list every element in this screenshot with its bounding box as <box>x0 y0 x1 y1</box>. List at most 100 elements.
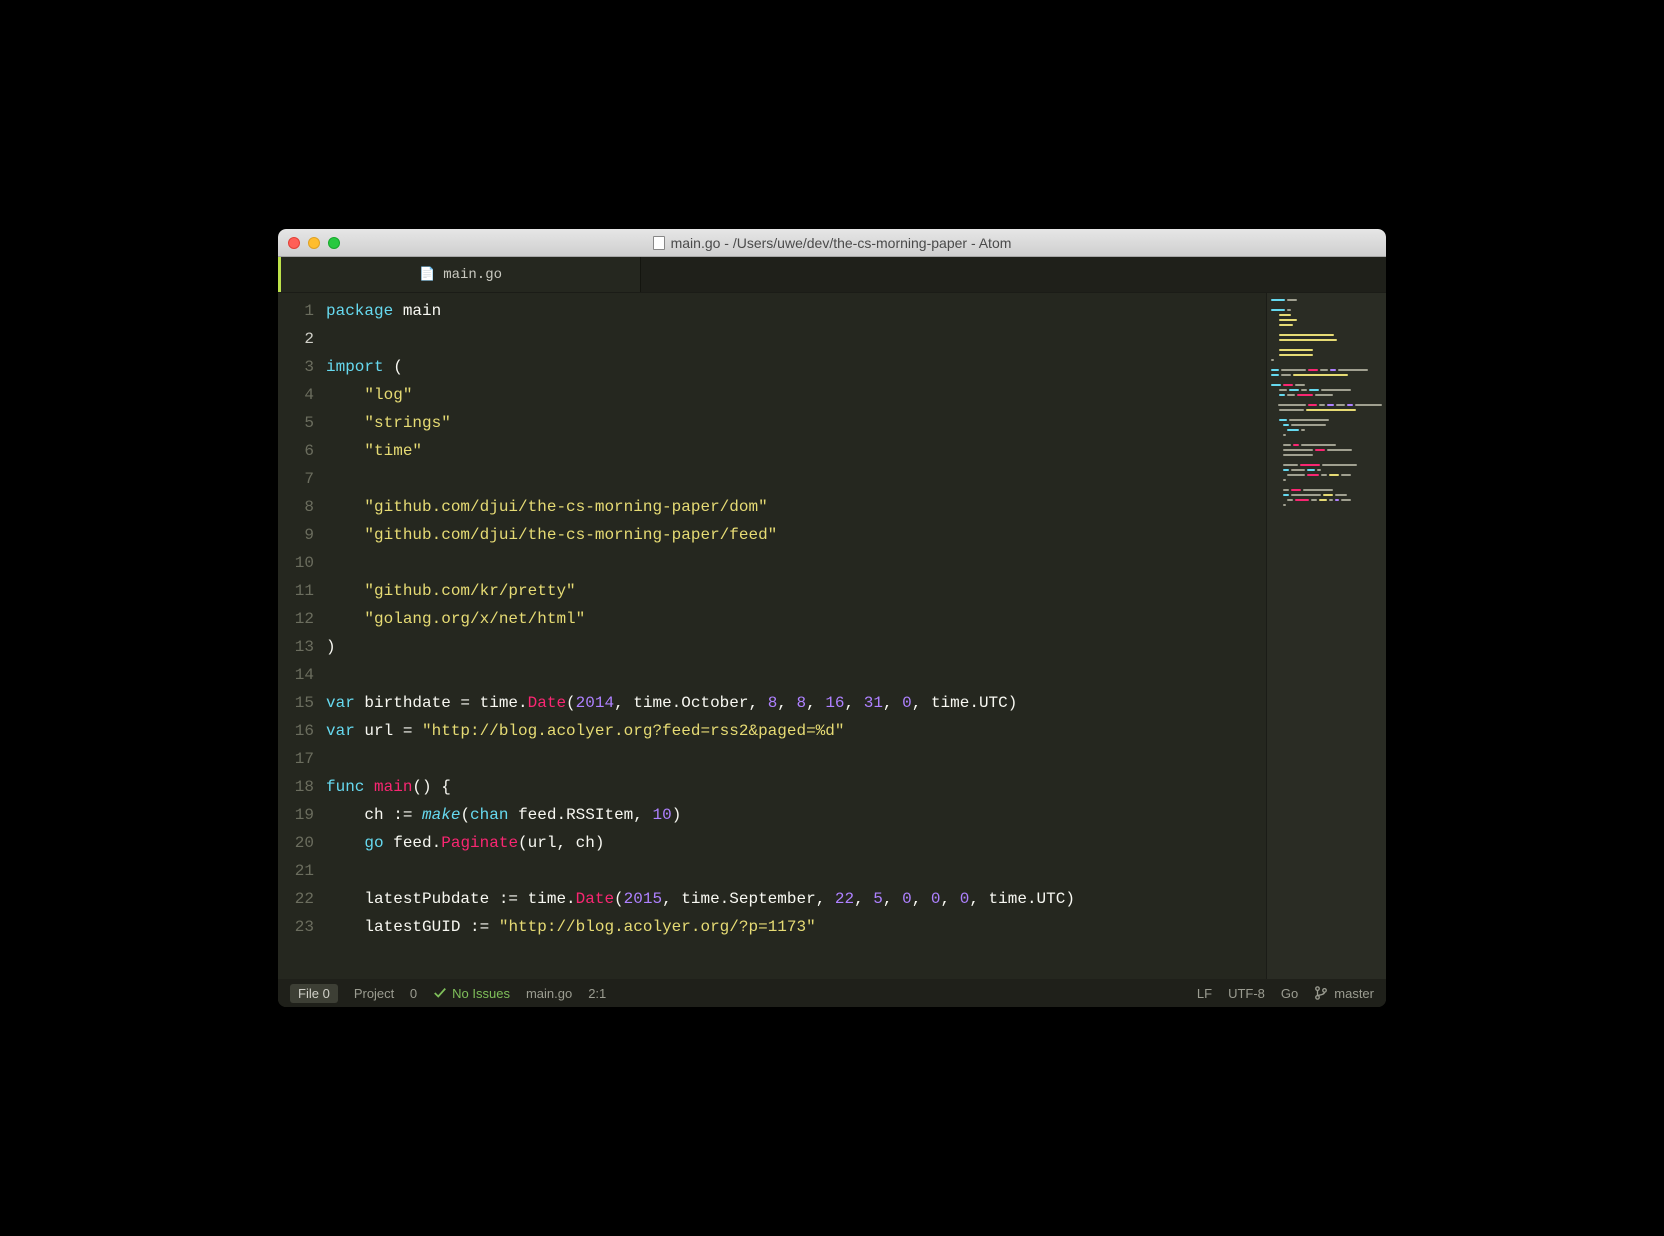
line-number[interactable]: 20 <box>278 829 314 857</box>
line-number[interactable]: 2 <box>278 325 314 353</box>
window-title: main.go - /Users/uwe/dev/the-cs-morning-… <box>278 235 1386 251</box>
line-number[interactable]: 1 <box>278 297 314 325</box>
maximize-icon[interactable] <box>328 237 340 249</box>
file-count: 0 <box>323 986 330 1001</box>
line-number[interactable]: 4 <box>278 381 314 409</box>
linter-project[interactable]: Project 0 <box>354 986 417 1001</box>
line-number[interactable]: 19 <box>278 801 314 829</box>
editor-body: 1234567891011121314151617181920212223 pa… <box>278 293 1386 979</box>
minimap-line <box>1271 484 1382 486</box>
minimap-line <box>1271 329 1382 331</box>
encoding-selector[interactable]: UTF-8 <box>1228 986 1265 1001</box>
minimap-line <box>1271 369 1382 371</box>
line-number[interactable]: 6 <box>278 437 314 465</box>
minimap-line <box>1271 354 1382 356</box>
line-number[interactable]: 22 <box>278 885 314 913</box>
minimap-line <box>1271 399 1382 401</box>
traffic-lights <box>278 237 340 249</box>
code-line[interactable]: var url = "http://blog.acolyer.org?feed=… <box>326 717 1266 745</box>
code-line[interactable]: go feed.Paginate(url, ch) <box>326 829 1266 857</box>
line-number[interactable]: 16 <box>278 717 314 745</box>
tab-label: main.go <box>443 267 502 283</box>
tab-main-go[interactable]: 📄 main.go <box>281 257 641 292</box>
minimap-line <box>1271 379 1382 381</box>
window-title-text: main.go - /Users/uwe/dev/the-cs-morning-… <box>671 235 1012 251</box>
code-line[interactable]: func main() { <box>326 773 1266 801</box>
code-line[interactable]: latestGUID := "http://blog.acolyer.org/?… <box>326 913 1266 941</box>
minimap-line <box>1271 364 1382 366</box>
line-number[interactable]: 3 <box>278 353 314 381</box>
line-number[interactable]: 10 <box>278 549 314 577</box>
code-line[interactable]: "golang.org/x/net/html" <box>326 605 1266 633</box>
line-number[interactable]: 14 <box>278 661 314 689</box>
tab-bar-empty[interactable] <box>641 257 1386 292</box>
document-icon <box>653 236 665 250</box>
line-number[interactable]: 23 <box>278 913 314 941</box>
git-branch-icon <box>1314 986 1328 1000</box>
code-line[interactable] <box>326 325 1266 353</box>
code-line[interactable] <box>326 745 1266 773</box>
line-number[interactable]: 15 <box>278 689 314 717</box>
minimap-line <box>1271 499 1382 501</box>
code-line[interactable] <box>326 857 1266 885</box>
code-line[interactable]: var birthdate = time.Date(2014, time.Oct… <box>326 689 1266 717</box>
code-line[interactable]: "github.com/kr/pretty" <box>326 577 1266 605</box>
line-number[interactable]: 17 <box>278 745 314 773</box>
file-label: File <box>298 986 319 1001</box>
line-number[interactable]: 8 <box>278 493 314 521</box>
titlebar[interactable]: main.go - /Users/uwe/dev/the-cs-morning-… <box>278 229 1386 257</box>
cursor-position[interactable]: 2:1 <box>588 986 606 1001</box>
line-number[interactable]: 5 <box>278 409 314 437</box>
minimize-icon[interactable] <box>308 237 320 249</box>
minimap-line <box>1271 474 1382 476</box>
code-line[interactable]: "github.com/djui/the-cs-morning-paper/fe… <box>326 521 1266 549</box>
file-code-icon: 📄 <box>419 267 435 282</box>
minimap-line <box>1271 389 1382 391</box>
code-line[interactable]: ) <box>326 633 1266 661</box>
line-number[interactable]: 11 <box>278 577 314 605</box>
path-text: main.go <box>526 986 572 1001</box>
minimap[interactable] <box>1266 293 1386 979</box>
linter-file[interactable]: File 0 <box>290 984 338 1003</box>
minimap-line <box>1271 334 1382 336</box>
code-line[interactable]: "log" <box>326 381 1266 409</box>
line-number[interactable]: 7 <box>278 465 314 493</box>
check-icon <box>433 986 447 1000</box>
code-line[interactable] <box>326 549 1266 577</box>
minimap-line <box>1271 459 1382 461</box>
minimap-line <box>1271 319 1382 321</box>
minimap-line <box>1271 344 1382 346</box>
minimap-line <box>1271 404 1382 406</box>
minimap-line <box>1271 449 1382 451</box>
line-gutter[interactable]: 1234567891011121314151617181920212223 <box>278 297 322 979</box>
code-line[interactable]: latestPubdate := time.Date(2015, time.Se… <box>326 885 1266 913</box>
close-icon[interactable] <box>288 237 300 249</box>
code-line[interactable]: "strings" <box>326 409 1266 437</box>
text-editor[interactable]: 1234567891011121314151617181920212223 pa… <box>278 293 1266 979</box>
minimap-line <box>1271 309 1382 311</box>
status-bar: File 0 Project 0 No Issues main.go 2:1 L… <box>278 979 1386 1007</box>
minimap-line <box>1271 374 1382 376</box>
code-line[interactable]: import ( <box>326 353 1266 381</box>
eol-selector[interactable]: LF <box>1197 986 1212 1001</box>
code-line[interactable]: package main <box>326 297 1266 325</box>
minimap-line <box>1271 394 1382 396</box>
git-branch[interactable]: master <box>1314 986 1374 1001</box>
minimap-line <box>1271 464 1382 466</box>
minimap-line <box>1271 359 1382 361</box>
code-line[interactable] <box>326 661 1266 689</box>
line-number[interactable]: 9 <box>278 521 314 549</box>
line-number[interactable]: 18 <box>278 773 314 801</box>
line-number[interactable]: 13 <box>278 633 314 661</box>
linter-status[interactable]: No Issues <box>433 986 510 1001</box>
code-line[interactable] <box>326 465 1266 493</box>
language-selector[interactable]: Go <box>1281 986 1298 1001</box>
status-path[interactable]: main.go <box>526 986 572 1001</box>
code-line[interactable]: "time" <box>326 437 1266 465</box>
line-number[interactable]: 21 <box>278 857 314 885</box>
minimap-line <box>1271 324 1382 326</box>
code-line[interactable]: ch := make(chan feed.RSSItem, 10) <box>326 801 1266 829</box>
code-area[interactable]: package main import ( "log" "strings" "ti… <box>322 297 1266 979</box>
code-line[interactable]: "github.com/djui/the-cs-morning-paper/do… <box>326 493 1266 521</box>
line-number[interactable]: 12 <box>278 605 314 633</box>
